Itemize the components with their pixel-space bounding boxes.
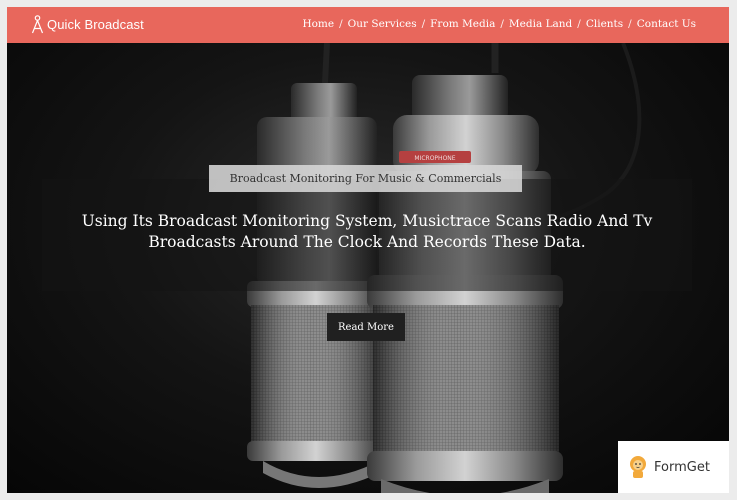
formget-label: FormGet bbox=[654, 459, 710, 475]
nav-separator: / bbox=[339, 18, 343, 30]
nav-from-media[interactable]: From Media bbox=[430, 18, 495, 30]
hero-section: MICROPHONE Broadcast Monitoring For Musi… bbox=[7, 43, 729, 493]
brand-logo[interactable]: Quick Broadcast bbox=[31, 15, 144, 34]
lion-mascot-icon bbox=[630, 456, 646, 478]
formget-badge[interactable]: FormGet bbox=[618, 441, 729, 493]
top-navbar: Quick Broadcast Home / Our Services / Fr… bbox=[7, 7, 729, 43]
headline-line-2: Broadcasts Around The Clock And Records … bbox=[148, 233, 586, 251]
main-menu: Home / Our Services / From Media / Media… bbox=[302, 18, 696, 30]
nav-media-land[interactable]: Media Land bbox=[509, 18, 572, 30]
hero-headline: Using Its Broadcast Monitoring System, M… bbox=[67, 211, 667, 253]
microphone-brand-label: MICROPHONE bbox=[414, 155, 455, 162]
headline-line-1: Using Its Broadcast Monitoring System, M… bbox=[81, 212, 653, 230]
read-more-button[interactable]: Read More bbox=[327, 313, 405, 341]
brand-name: Quick Broadcast bbox=[47, 17, 144, 32]
nav-separator: / bbox=[577, 18, 581, 30]
nav-our-services[interactable]: Our Services bbox=[348, 18, 417, 30]
nav-clients[interactable]: Clients bbox=[586, 18, 623, 30]
hero-tagline: Broadcast Monitoring For Music & Commerc… bbox=[209, 165, 522, 192]
broadcast-tower-icon bbox=[31, 15, 44, 34]
nav-separator: / bbox=[421, 18, 426, 30]
nav-home[interactable]: Home bbox=[302, 18, 334, 30]
nav-separator: / bbox=[500, 18, 504, 30]
website-frame: Quick Broadcast Home / Our Services / Fr… bbox=[7, 7, 729, 493]
nav-contact-us[interactable]: Contact Us bbox=[637, 18, 696, 30]
nav-separator: / bbox=[628, 18, 632, 30]
